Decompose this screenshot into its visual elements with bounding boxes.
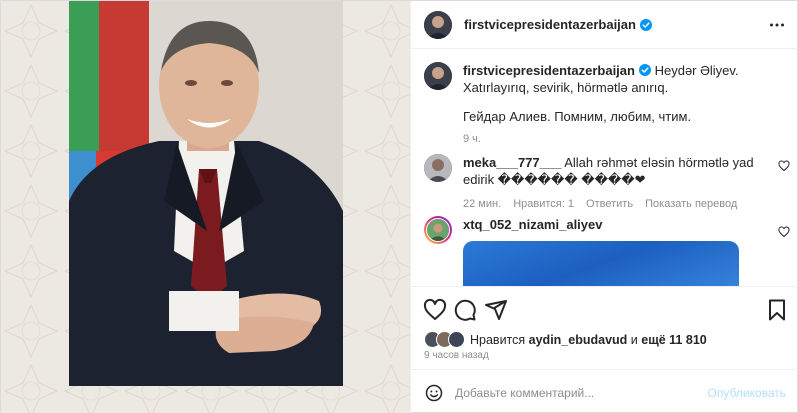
comments-list[interactable]: firstvicepresidentazerbaijan Heydər Əliy… [412,50,798,286]
verified-badge-icon [638,64,651,76]
portrait-photo [69,1,343,386]
instagram-post-dialog: firstvicepresidentazerbaijan firstvicepr… [0,0,798,413]
post-media[interactable] [1,1,411,413]
comment-time: 22 мин. [463,198,502,210]
show-translation-link[interactable]: Показать перевод [645,198,737,210]
comment-input[interactable] [455,382,685,404]
bookmark-icon[interactable] [765,298,789,322]
caption-time: 9 ч. [463,133,481,145]
caption-text-russian: Гейдар Алиев. Помним, любим, чтим. [463,109,692,124]
more-horizontal-icon[interactable] [769,17,785,33]
author-avatar[interactable] [424,62,452,90]
send-icon[interactable] [484,298,508,322]
author-username[interactable]: firstvicepresidentazerbaijan [464,17,636,32]
likes-prefix: Нравится [470,333,526,347]
verified-badge-icon [639,18,652,31]
post-side-panel: firstvicepresidentazerbaijan firstvicepr… [412,1,798,413]
post-actions-bar [412,286,798,331]
caption-body: firstvicepresidentazerbaijan Heydər Əliy… [463,62,774,148]
comment-icon[interactable] [453,298,477,322]
comment-row: meka___777___ Allah rəhmət eləsin hörmət… [424,154,794,210]
caption-username[interactable]: firstvicepresidentazerbaijan [463,63,635,78]
comment-username[interactable]: meka___777___ [463,155,561,170]
comment-body: meka___777___ Allah rəhmət eləsin hörmət… [463,154,774,213]
caption-row: firstvicepresidentazerbaijan Heydər Əliy… [424,62,794,145]
post-header: firstvicepresidentazerbaijan [412,1,798,49]
likes-middle: и [630,333,638,347]
comment-row: xtq_052_nizami_aliyev [424,216,794,286]
reply-link[interactable]: Ответить [586,198,633,210]
add-comment-bar: Опубликовать [412,369,798,413]
portrait-illustration [69,1,343,386]
emoji-icon[interactable] [425,384,443,402]
comment-likes-count[interactable]: Нравится: 1 [513,198,574,210]
likes-summary[interactable]: Нравится aydin_ebudavud и ещё 11 810 [424,331,707,349]
comment-like-heart-icon[interactable] [778,160,790,172]
comment-username[interactable]: xtq_052_nizami_aliyev [463,217,602,232]
author-avatar[interactable] [424,10,452,39]
liker-username[interactable]: aydin_ebudavud [529,333,628,347]
commenter-avatar[interactable] [424,154,452,182]
comment-media-preview[interactable] [463,241,739,286]
heart-icon[interactable] [423,298,447,322]
liker-avatar [448,331,465,348]
liker-avatars [424,331,470,349]
comment-like-heart-icon[interactable] [778,226,790,238]
comment-body: xtq_052_nizami_aliyev [463,216,774,286]
commenter-avatar-story-ring[interactable] [424,216,452,244]
likes-count[interactable]: ещё 11 810 [641,333,706,347]
post-time: 9 часов назад [424,350,489,361]
publish-button[interactable]: Опубликовать [708,386,786,400]
